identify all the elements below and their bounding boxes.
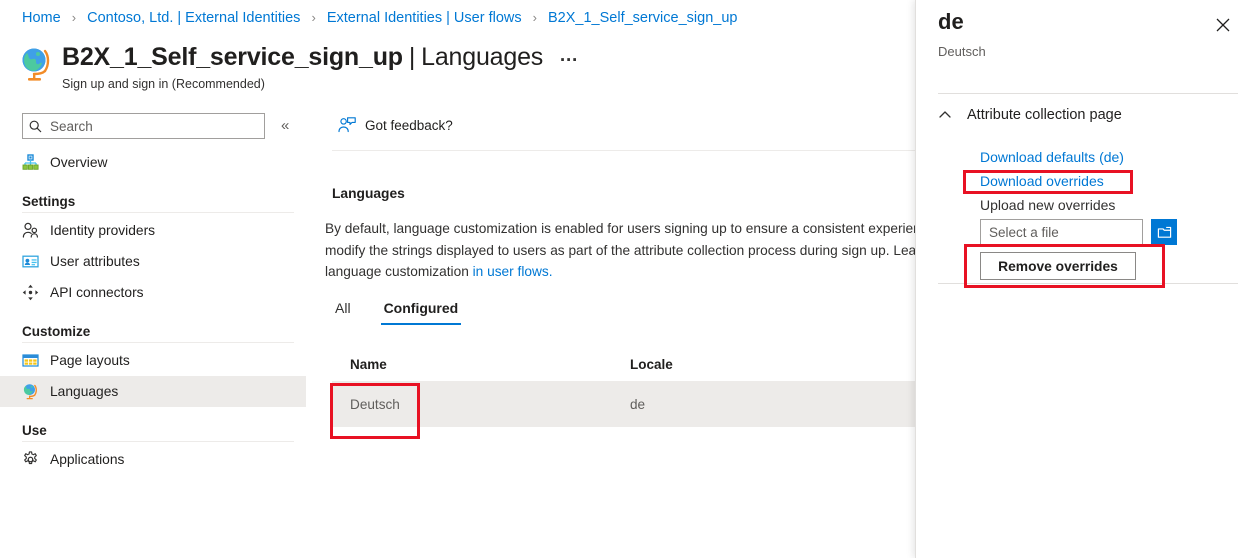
azure-portal-page: Home › Contoso, Ltd. | External Identiti… [0,0,1251,558]
chevron-up-icon [938,108,952,122]
panel-divider-bottom [938,283,1238,284]
cell-locale: de [630,396,646,412]
four-arrows-icon [22,284,39,301]
page-title: B2X_1_Self_service_sign_up | Languages … [62,42,579,72]
sidebar: « Overview Settings [0,105,318,558]
language-detail-panel: de Deutsch Attribute collection page Dow… [915,0,1251,558]
breadcrumb-separator: › [311,10,316,25]
column-header-locale[interactable]: Locale [630,357,930,372]
sidebar-divider [22,342,294,343]
breadcrumb: Home › Contoso, Ltd. | External Identiti… [22,9,737,27]
file-path-input[interactable] [980,219,1143,245]
sidebar-item-user-attributes[interactable]: User attributes [0,246,318,277]
upload-overrides-label: Upload new overrides [980,197,1116,213]
sidebar-item-label: Overview [50,155,108,170]
breadcrumb-item-home[interactable]: Home [22,10,61,26]
breadcrumb-separator: › [71,10,77,25]
tab-list: All Configured [332,300,488,325]
section-description-link[interactable]: in user flows. [473,264,553,279]
globe-icon [18,46,52,82]
folder-browse-icon[interactable] [1151,219,1177,245]
search-input[interactable] [48,117,258,135]
upload-file-row [980,219,1177,245]
table-icon [22,352,39,369]
breadcrumb-separator: › [532,10,537,25]
cell-name: Deutsch [350,396,400,412]
sidebar-section-settings: Settings [22,194,76,209]
sidebar-item-languages[interactable]: Languages [0,376,306,407]
sidebar-item-label: Languages [50,384,119,399]
column-header-name[interactable]: Name [332,357,630,372]
command-bar: Got feedback? [332,113,459,137]
gear-icon [22,451,39,468]
close-icon[interactable] [1212,14,1234,36]
people-icon [22,222,39,239]
id-card-icon [22,253,39,270]
search-box[interactable] [22,113,265,139]
tab-all[interactable]: All [332,300,354,325]
sidebar-item-label: Identity providers [50,223,156,238]
sidebar-search-row: « [22,113,289,139]
got-feedback-button[interactable]: Got feedback? [332,113,459,137]
sidebar-item-label: Applications [50,452,125,467]
page-title-flow-name: B2X_1_Self_service_sign_up [62,43,403,71]
tab-configured[interactable]: Configured [380,300,462,325]
sidebar-item-identity-providers[interactable]: Identity providers [0,215,318,246]
search-icon [29,120,42,133]
breadcrumb-item-user-flows[interactable]: External Identities | User flows [327,10,522,26]
attribute-collection-accordion[interactable]: Attribute collection page [938,107,1122,123]
sidebar-collapse-button[interactable]: « [281,118,289,133]
sidebar-item-label: API connectors [50,285,144,300]
section-title: Languages [332,186,405,201]
breadcrumb-item-signup-flow[interactable]: B2X_1_Self_service_sign_up [548,10,737,26]
sidebar-section-customize: Customize [22,324,91,339]
more-options-button[interactable]: … [559,46,579,65]
got-feedback-label: Got feedback? [365,117,453,133]
sidebar-divider [22,212,294,213]
sidebar-item-page-layouts[interactable]: Page layouts [0,345,318,376]
page-header: B2X_1_Self_service_sign_up | Languages …… [18,42,579,92]
download-defaults-link[interactable]: Download defaults (de) [980,149,1124,165]
page-title-section: Languages [421,43,544,71]
accordion-label: Attribute collection page [967,107,1122,123]
sidebar-section-use: Use [22,423,47,438]
globe-icon [22,383,39,400]
panel-title: de [938,9,964,34]
panel-subtitle: Deutsch [938,44,986,59]
sidebar-item-applications[interactable]: Applications [0,444,318,475]
sidebar-item-label: Page layouts [50,353,130,368]
sidebar-nav-list: Overview Settings Identity providers Use… [0,147,318,475]
hierarchy-icon [22,154,39,171]
remove-overrides-button[interactable]: Remove overrides [980,252,1136,280]
sidebar-item-overview[interactable]: Overview [0,147,318,178]
panel-divider-top [938,93,1238,94]
sidebar-item-api-connectors[interactable]: API connectors [0,277,318,308]
sidebar-divider [22,441,294,442]
person-feedback-icon [338,117,356,133]
sidebar-item-label: User attributes [50,254,140,269]
breadcrumb-item-contoso[interactable]: Contoso, Ltd. | External Identities [87,10,300,26]
download-overrides-link[interactable]: Download overrides [980,173,1104,189]
page-title-separator: | [408,43,416,71]
page-subtitle: Sign up and sign in (Recommended) [62,77,265,91]
section-description-text: By default, language customization is en… [325,221,1002,279]
